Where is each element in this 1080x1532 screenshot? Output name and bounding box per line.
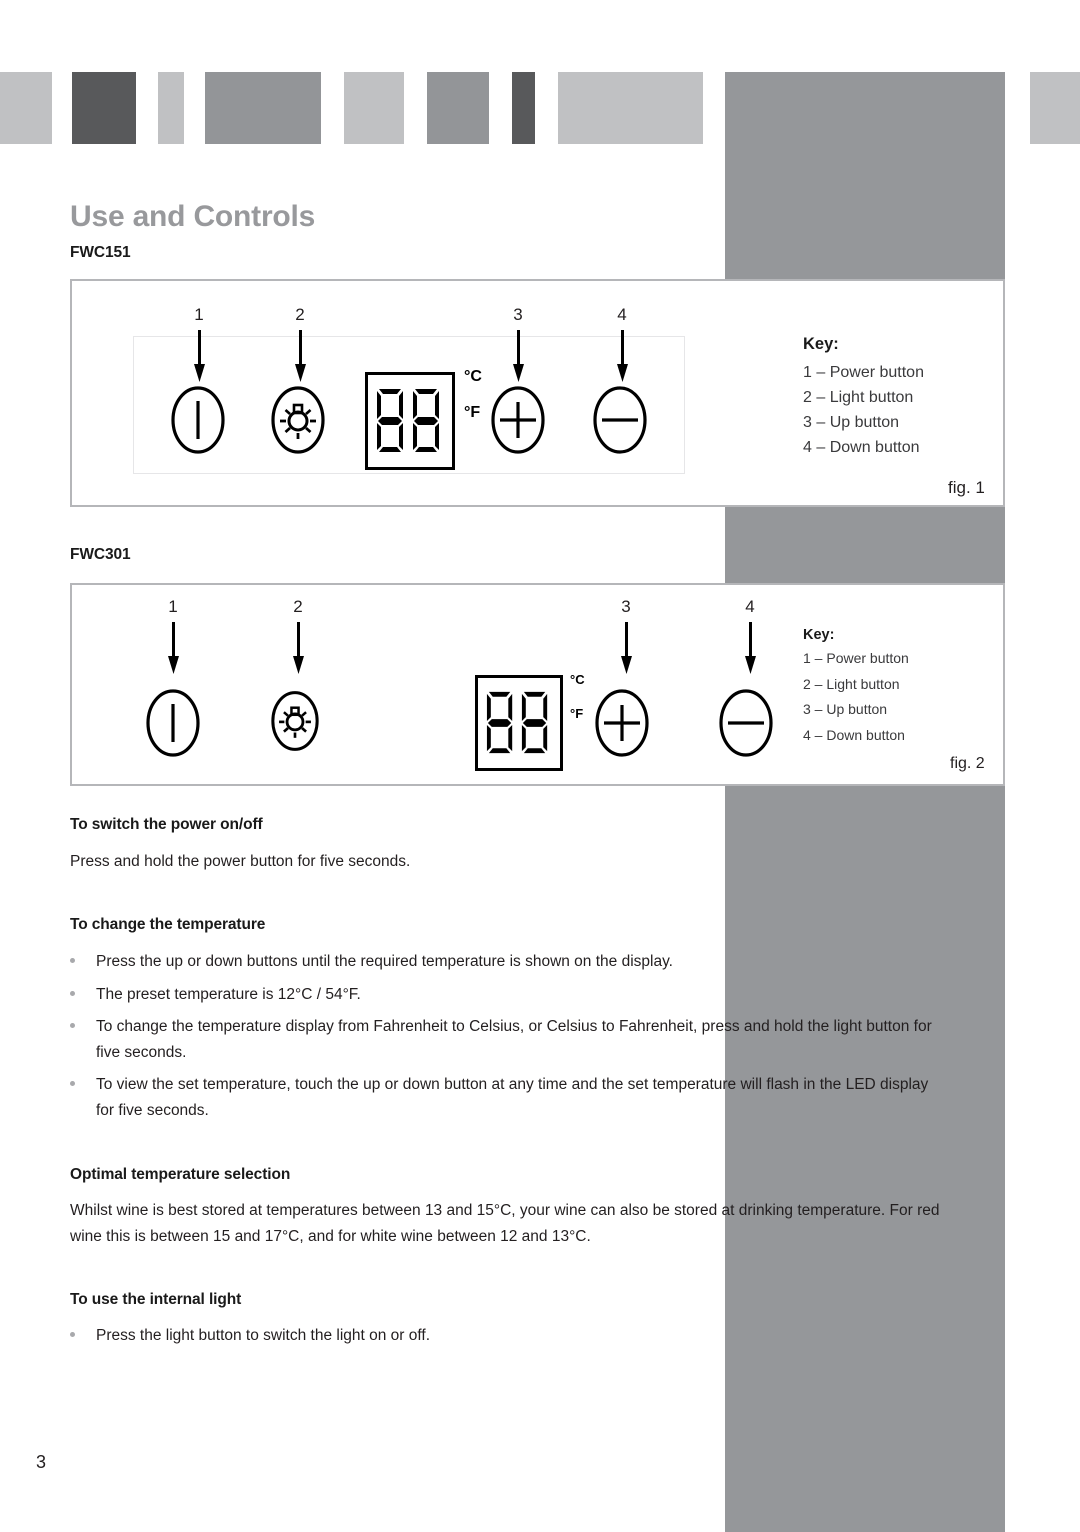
bullet-temperature-2: The preset temperature is 12°C / 54°F.	[70, 982, 950, 1008]
figure-1-key-item-3: 3 – Up button	[803, 414, 900, 431]
fahrenheit-label: °F	[464, 404, 481, 421]
figure-1-callout-4: 4	[617, 305, 627, 324]
minus-icon[interactable]	[592, 385, 648, 455]
led-digits	[377, 389, 439, 452]
figure-1-key-item-2: 2 – Light button	[803, 389, 914, 406]
figure-2-arrow-2	[293, 622, 304, 674]
figure-2-key-item-2: 2 – Light button	[803, 675, 900, 692]
figure-2-arrow-4	[745, 622, 756, 674]
lightbulb-icon[interactable]	[270, 690, 320, 752]
top-bar-8	[558, 72, 703, 144]
figure-2-key-item-1: 1 – Power button	[803, 650, 909, 666]
bullet-dot	[70, 958, 75, 963]
bullet-text: Press the up or down buttons until the r…	[96, 953, 673, 970]
figure-2-key-item-3: 3 – Up button	[803, 701, 888, 717]
top-bar-1	[0, 72, 52, 144]
led-digits	[486, 691, 548, 754]
top-bar-2	[72, 72, 136, 144]
celsius-label: °C	[464, 368, 482, 385]
figure-2-key: Key: 1 – Power button 2 – Light button 3…	[803, 627, 909, 748]
figure-1-caption: fig. 1	[948, 478, 985, 497]
heading-change-temperature: To change the temperature	[70, 916, 266, 933]
figure-1-arrow-1	[194, 330, 205, 382]
figure-2-arrow-3	[621, 622, 632, 674]
plus-icon[interactable]	[594, 688, 650, 758]
top-bar-6	[427, 72, 489, 144]
heading-internal-light: To use the internal light	[70, 1291, 242, 1308]
figure-1-arrow-4	[617, 330, 628, 382]
top-bar-7	[512, 72, 535, 144]
power-icon[interactable]	[145, 688, 201, 758]
figure-2-callout-1: 1	[168, 597, 178, 616]
figure-1-arrow-2	[295, 330, 306, 382]
bullet-temperature-1: Press the up or down buttons until the r…	[70, 949, 950, 975]
figure-2-callout-3: 3	[621, 597, 631, 616]
paragraph-optimal-temperature: Whilst wine is best stored at temperatur…	[70, 1202, 940, 1245]
bullet-text: Press the light button to switch the lig…	[96, 1327, 431, 1344]
bullet-text: The preset temperature is 12°C / 54°F.	[96, 986, 361, 1003]
minus-icon[interactable]	[718, 688, 774, 758]
bullet-dot	[70, 1023, 75, 1028]
top-bar-5	[344, 72, 404, 144]
lightbulb-icon[interactable]	[270, 385, 326, 455]
figure-2-callout-4: 4	[745, 597, 755, 616]
figure-1-callout-1: 1	[194, 305, 204, 324]
paragraph-switch-power: Press and hold the power button for five…	[70, 853, 411, 870]
figure-2-key-title: Key:	[803, 627, 835, 643]
figure-2-callout-2: 2	[293, 597, 303, 616]
bullet-temperature-4: To view the set temperature, touch the u…	[70, 1072, 940, 1124]
bullet-text: To change the temperature display from F…	[96, 1018, 932, 1061]
figure-1-key-item-4: 4 – Down button	[803, 439, 920, 456]
figure-2-key-item-4: 4 – Down button	[803, 726, 905, 743]
bullet-dot	[70, 1081, 75, 1086]
page-title: Use and Controls	[70, 200, 316, 233]
bullet-text: To view the set temperature, touch the u…	[96, 1076, 929, 1119]
figure-1-callout-2: 2	[295, 305, 305, 324]
fahrenheit-label: °F	[570, 706, 584, 721]
led-display	[365, 372, 455, 470]
led-display	[475, 675, 563, 771]
figure-2-caption: fig. 2	[950, 755, 985, 772]
figure-2-arrow-1	[168, 622, 179, 674]
power-icon[interactable]	[170, 385, 226, 455]
page-number: 3	[36, 1452, 47, 1472]
bullet-temperature-3: To change the temperature display from F…	[70, 1014, 940, 1066]
figure-1-callout-3: 3	[513, 305, 523, 324]
figure-1-arrow-3	[513, 330, 524, 382]
figure-1-key-title: Key:	[803, 335, 839, 353]
plus-icon[interactable]	[490, 385, 546, 455]
heading-optimal-temperature: Optimal temperature selection	[70, 1166, 291, 1183]
model-label-fwc151: FWC151	[70, 244, 131, 261]
bullet-dot	[70, 1332, 75, 1337]
figure-1-key: Key: 1 – Power button 2 – Light button 3…	[803, 335, 924, 460]
top-bar-10	[1030, 72, 1080, 144]
bullet-light-1: Press the light button to switch the lig…	[70, 1323, 940, 1349]
figure-1-key-item-1: 1 – Power button	[803, 364, 924, 381]
celsius-label: °C	[570, 672, 585, 687]
heading-switch-power: To switch the power on/off	[70, 816, 263, 833]
bullet-dot	[70, 991, 75, 996]
top-bar-3	[158, 72, 184, 144]
model-label-fwc301: FWC301	[70, 546, 131, 563]
top-bar-4	[205, 72, 321, 144]
